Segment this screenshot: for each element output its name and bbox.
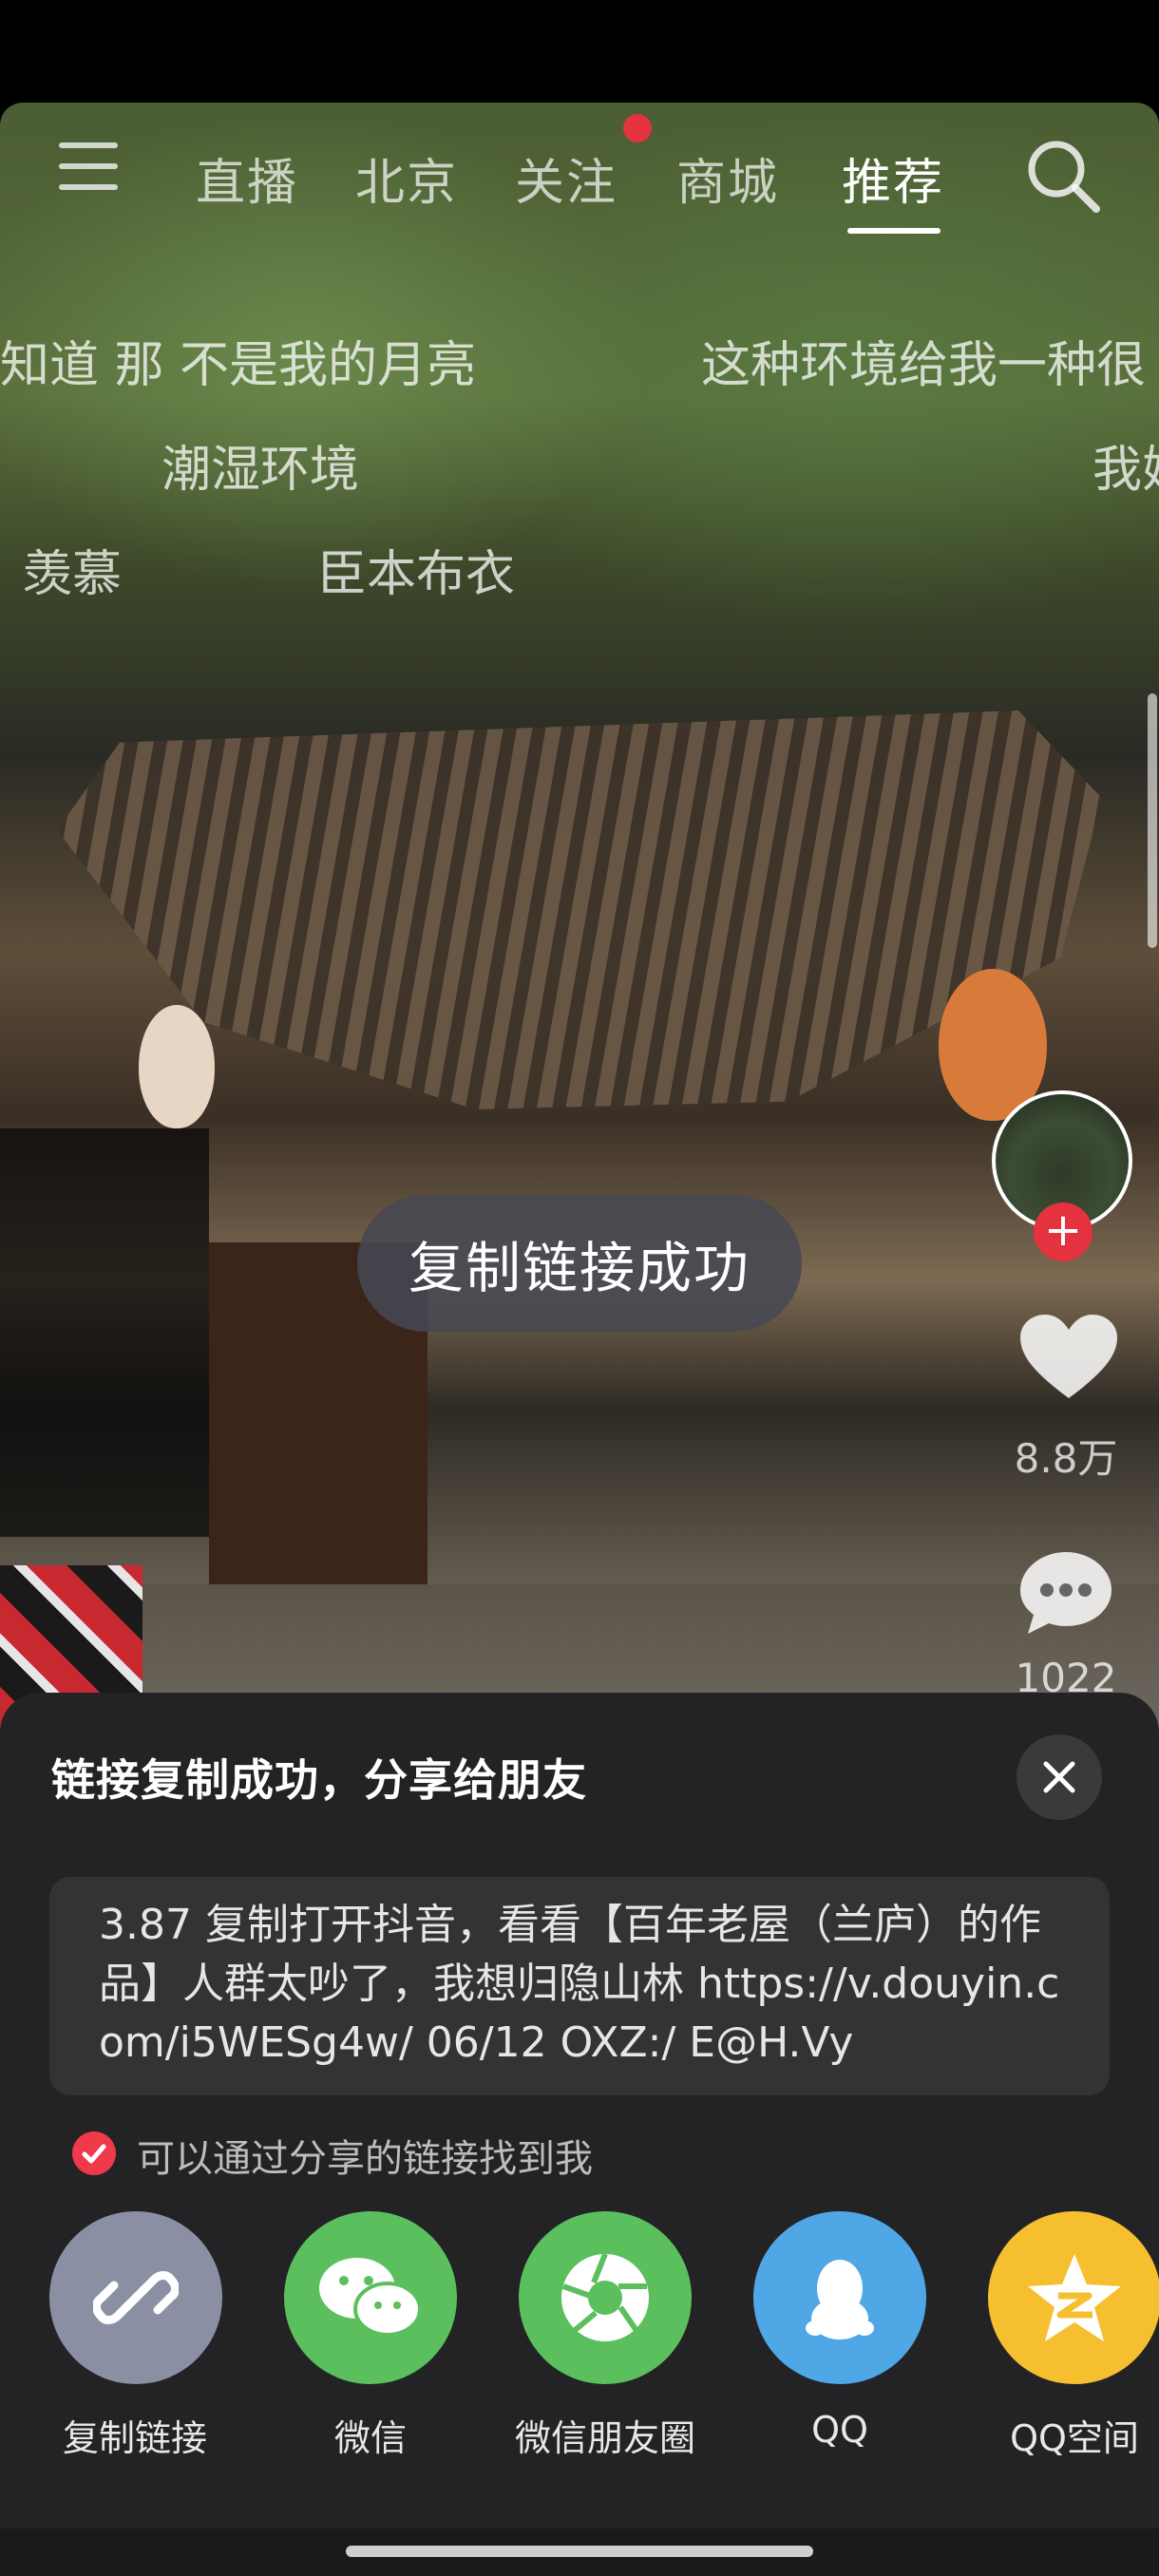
follow-plus-icon[interactable]: +	[1034, 1203, 1092, 1261]
status-bar	[0, 0, 1159, 103]
wechat-icon	[284, 2211, 457, 2384]
comment-icon[interactable]	[1015, 1546, 1117, 1638]
share-qzone-button[interactable]	[988, 2211, 1159, 2384]
findable-label: 可以通过分享的链接找到我	[137, 2137, 593, 2181]
home-indicator[interactable]	[346, 2546, 813, 2557]
active-tab-indicator	[847, 228, 940, 234]
checkbox-findable[interactable]	[72, 2131, 116, 2175]
danmaku-comment: 我妈	[1092, 442, 1159, 499]
danmaku-comment: 潮湿环境	[162, 442, 360, 499]
share-copy-link-label: 复制链接	[62, 2417, 207, 2459]
share-sheet-title: 链接复制成功，分享给朋友	[51, 1754, 587, 1806]
share-moments-label: 微信朋友圈	[514, 2417, 695, 2459]
tab-live[interactable]: 直播	[196, 142, 298, 214]
share-wechat-button[interactable]	[284, 2211, 457, 2384]
doorway	[0, 1128, 209, 1537]
danmaku-comment: 这种环境给我一种很	[701, 337, 1147, 394]
tab-following[interactable]: 关注	[515, 142, 618, 214]
share-wechat-label: 微信	[333, 2417, 407, 2459]
share-qq-button[interactable]	[753, 2211, 926, 2384]
share-link-text[interactable]: 3.87 复制打开抖音，看看【百年老屋（兰庐）的作品】人群太吵了，我想归隐山林 …	[49, 1877, 1110, 2095]
checkmark-icon	[82, 2144, 106, 2164]
notification-dot	[623, 114, 652, 142]
close-button[interactable]	[1016, 1734, 1102, 1820]
share-sheet	[0, 1693, 1159, 2529]
close-icon	[1043, 1761, 1075, 1793]
lantern-left	[139, 1005, 215, 1128]
danmaku-comment: 知道 那 不是我的月亮	[0, 337, 477, 394]
share-copy-link-button[interactable]	[49, 2211, 222, 2384]
danmaku-comment: 羡慕	[23, 546, 123, 603]
toast-message: 复制链接成功	[357, 1195, 802, 1332]
like-heart-icon[interactable]	[1016, 1311, 1121, 1406]
scroll-indicator	[1148, 693, 1157, 948]
share-qzone-label: QQ空间	[1010, 2417, 1139, 2459]
moments-aperture-icon	[519, 2211, 692, 2384]
share-moments-button[interactable]	[519, 2211, 692, 2384]
tab-mall[interactable]: 商城	[676, 142, 779, 214]
qzone-star-icon	[988, 2211, 1159, 2384]
share-qq-label: QQ	[811, 2409, 868, 2451]
danmaku-comment: 臣本布衣	[317, 546, 516, 603]
like-count: 8.8万	[1014, 1435, 1118, 1482]
tab-recommended[interactable]: 推荐	[842, 142, 944, 214]
qq-penguin-icon	[753, 2211, 926, 2384]
menu-icon[interactable]	[59, 142, 118, 192]
link-icon	[49, 2211, 222, 2384]
search-icon[interactable]	[1022, 135, 1102, 215]
tab-beijing[interactable]: 北京	[355, 142, 458, 214]
